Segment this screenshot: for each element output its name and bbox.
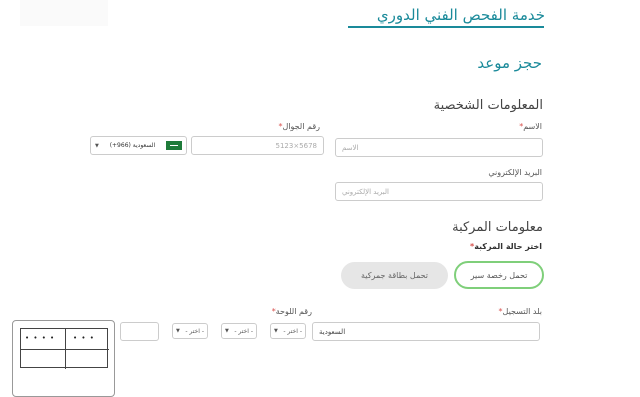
vehicle-info-heading: معلومات المركبة [452,220,543,235]
plate-select-3[interactable]: ▼ - اختر - [172,323,208,339]
name-input[interactable]: الاسم [335,138,543,157]
plate-dots-right: • • • [73,334,95,342]
top-left-panel [20,0,108,26]
page-title: خدمة الفحص الفني الدوري [376,6,545,24]
plate-number-input[interactable] [120,322,159,341]
email-input[interactable]: البريد الإلكتروني [335,182,543,201]
option-customs-card[interactable]: تحمل بطاقة جمركية [341,262,448,289]
chevron-down-icon: ▼ [176,328,180,334]
plate-divider-horizontal [21,349,109,350]
chevron-down-icon: ▼ [225,328,229,334]
plate-select-3-value: - اختر - [185,327,204,335]
name-label: الاسم* [519,122,542,131]
plate-number-label: رقم اللوحة* [271,307,312,316]
country-code-value: (+966) السعودية [109,142,156,149]
plate-preview: • • • • • • • [12,320,115,397]
option-license[interactable]: تحمل رخصة سير [454,261,544,289]
registration-country-label: بلد التسجيل* [498,307,542,316]
mobile-label: رقم الجوال* [278,122,320,131]
saudi-flag-icon [166,141,182,150]
country-code-select[interactable]: ▼ (+966) السعودية [90,136,187,155]
plate-preview-frame: • • • • • • • [20,328,109,369]
plate-select-1-value: - اختر - [283,327,302,335]
plate-dots-left: • • • • [25,334,56,342]
personal-info-heading: المعلومات الشخصية [433,98,543,113]
mobile-input[interactable]: 5123×5678 [191,136,324,155]
chevron-down-icon: ▼ [274,328,278,334]
plate-select-2[interactable]: ▼ - اختر - [221,323,257,339]
registration-country-input[interactable]: السعودية [312,322,540,341]
plate-select-1[interactable]: ▼ - اختر - [270,323,306,339]
chevron-down-icon: ▼ [95,142,99,149]
email-label: البريد الإلكتروني [488,168,542,177]
booking-heading: حجز موعد [477,54,542,72]
vehicle-status-label: اختر حالة المركبة* [470,242,542,251]
plate-select-2-value: - اختر - [234,327,253,335]
title-underline [348,26,544,28]
